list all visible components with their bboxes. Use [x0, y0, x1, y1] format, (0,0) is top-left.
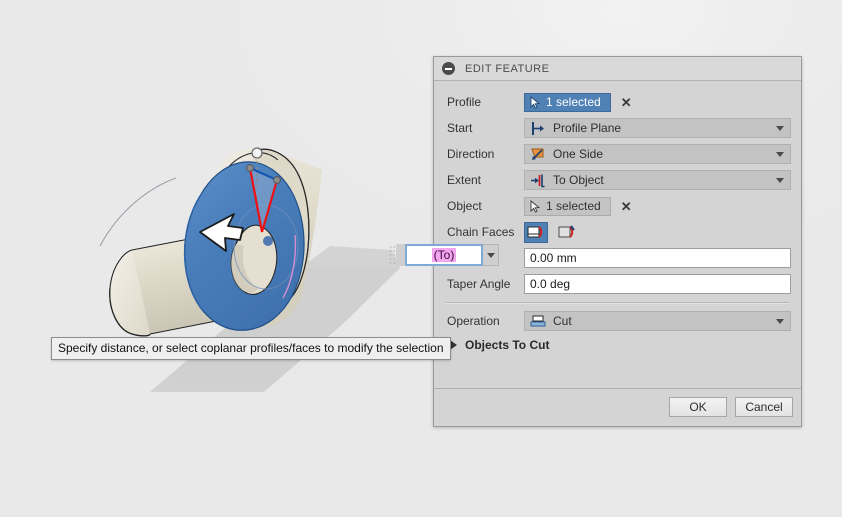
chevron-down-icon	[486, 252, 495, 258]
row-object: Object 1 selected ✕	[444, 193, 791, 219]
cursor-select-icon	[530, 95, 541, 109]
label-profile: Profile	[447, 95, 482, 109]
start-value: Profile Plane	[553, 121, 622, 135]
direction-value: One Side	[553, 147, 604, 161]
operation-dropdown[interactable]: Cut	[524, 311, 791, 331]
label-object: Object	[447, 199, 482, 213]
floating-input-value: (To)	[431, 248, 457, 262]
extent-value: To Object	[553, 173, 604, 187]
object-selection-label: 1 selected	[546, 199, 601, 213]
floating-input-dropdown-button[interactable]	[483, 244, 499, 266]
chain-faces-on-icon	[527, 225, 543, 238]
chevron-down-icon[interactable]	[776, 319, 784, 324]
label-start: Start	[447, 121, 473, 135]
objects-to-cut-section[interactable]: Objects To Cut	[444, 334, 791, 356]
distance-field[interactable]: 0.00 mm	[524, 248, 791, 268]
to-object-icon	[531, 174, 545, 187]
direction-dropdown[interactable]: One Side	[524, 144, 791, 164]
floating-distance-input[interactable]: (To)	[389, 242, 499, 268]
object-clear-button[interactable]: ✕	[621, 200, 632, 213]
object-selection-button[interactable]: 1 selected	[524, 196, 611, 216]
drag-dots-icon[interactable]	[389, 245, 396, 265]
dialog-body: Profile 1 selected ✕ Start Profile Plane…	[434, 81, 801, 388]
cancel-button[interactable]: Cancel	[735, 397, 793, 417]
tooltip: Specify distance, or select coplanar pro…	[51, 337, 451, 360]
label-operation: Operation	[447, 314, 500, 328]
row-taper-angle: Taper Angle 0.0 deg	[444, 271, 791, 297]
profile-selection-label: 1 selected	[546, 95, 601, 109]
app-root: EDIT FEATURE Profile 1 selected ✕ Start	[0, 0, 842, 517]
one-side-arrow-icon	[531, 148, 544, 160]
chevron-down-icon[interactable]	[776, 152, 784, 157]
label-direction: Direction	[447, 147, 495, 161]
label-chain-faces: Chain Faces	[447, 225, 515, 239]
collapse-minus-icon[interactable]	[442, 62, 455, 75]
cut-operation-icon	[530, 315, 546, 326]
row-operation: Operation Cut	[444, 308, 791, 334]
floating-input-left-pad	[396, 244, 405, 266]
dialog-footer: OK Cancel	[434, 388, 801, 426]
cursor-select-icon	[530, 199, 541, 213]
profile-plane-icon	[532, 121, 544, 135]
distance-value: 0.00 mm	[530, 251, 577, 265]
row-start: Start Profile Plane	[444, 115, 791, 141]
dialog-title: EDIT FEATURE	[465, 62, 550, 75]
row-extent: Extent To Object	[444, 167, 791, 193]
extent-dropdown[interactable]: To Object	[524, 170, 791, 190]
triangle-right-icon[interactable]	[450, 340, 457, 350]
chevron-down-icon[interactable]	[776, 178, 784, 183]
dialog-title-bar[interactable]: EDIT FEATURE	[434, 57, 801, 81]
floating-input-box[interactable]: (To)	[405, 244, 483, 266]
highlighted-annular-face	[184, 161, 305, 331]
chain-faces-on-button[interactable]	[524, 221, 548, 243]
chevron-down-icon[interactable]	[776, 126, 784, 131]
operation-value: Cut	[553, 314, 572, 328]
label-taper-angle: Taper Angle	[447, 277, 511, 291]
chain-faces-off-button[interactable]	[555, 222, 579, 243]
profile-selection-button[interactable]: 1 selected	[524, 92, 611, 112]
row-profile: Profile 1 selected ✕	[444, 89, 791, 115]
section-divider	[446, 302, 789, 304]
chain-faces-off-icon	[558, 224, 575, 238]
taper-angle-value: 0.0 deg	[530, 277, 571, 291]
taper-angle-field[interactable]: 0.0 deg	[524, 274, 791, 294]
ok-button[interactable]: OK	[669, 397, 727, 417]
profile-clear-button[interactable]: ✕	[621, 96, 632, 109]
objects-to-cut-label: Objects To Cut	[465, 338, 550, 352]
start-dropdown[interactable]: Profile Plane	[524, 118, 791, 138]
dialog-spacer	[444, 356, 791, 384]
label-extent: Extent	[447, 173, 482, 187]
row-direction: Direction One Side	[444, 141, 791, 167]
